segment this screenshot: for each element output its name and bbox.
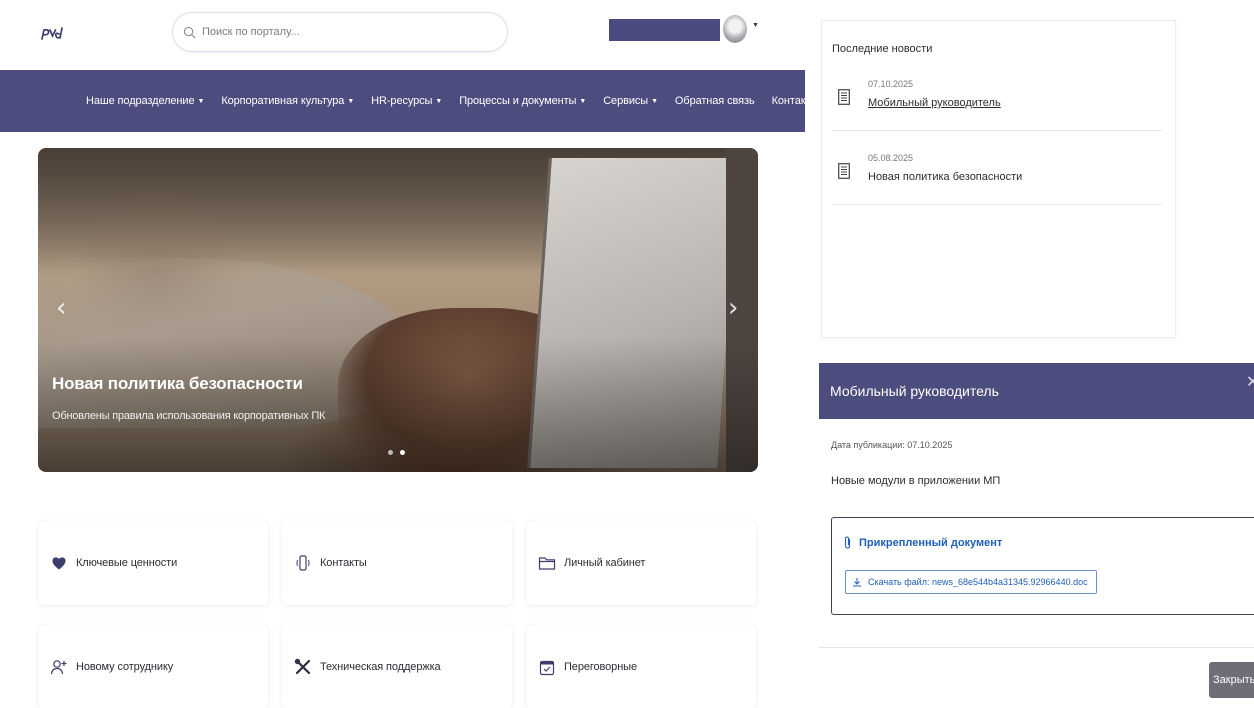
attachment-box: Прикрепленный документ Скачать файл: new…	[831, 517, 1254, 615]
chevron-down-icon: ▼	[651, 98, 658, 105]
card-contacts[interactable]: Контакты	[282, 521, 512, 605]
chevron-down-icon: ▼	[347, 98, 355, 105]
add-user-icon	[50, 658, 68, 676]
chevron-left-icon[interactable]: ‹	[56, 293, 66, 323]
tools-icon	[294, 658, 312, 676]
nav-item-label: Корпоративная культура	[221, 95, 345, 107]
carousel-dots	[388, 450, 405, 455]
news-date: 05.08.2025	[868, 153, 914, 163]
nav-item-label: HR-ресурсы	[371, 95, 433, 107]
card-label: Техническая поддержка	[320, 661, 441, 673]
search-icon	[183, 26, 196, 38]
download-file-button[interactable]: Скачать файл: news_68e544b4a31345.929664…	[845, 570, 1097, 594]
carousel-dot-active[interactable]	[400, 450, 405, 455]
chevron-down-icon[interactable]: ▼	[752, 22, 759, 29]
attachment-title-text: Прикрепленный документ	[859, 536, 1003, 549]
news-title-link[interactable]: Мобильный руководитель	[868, 97, 1001, 109]
attachment-title: Прикрепленный документ	[844, 536, 1002, 549]
chevron-down-icon: ▼	[579, 98, 587, 105]
chevron-down-icon: ▼	[435, 98, 443, 105]
document-icon	[838, 163, 850, 179]
user-name-bar[interactable]	[609, 19, 720, 41]
folder-icon	[538, 554, 556, 572]
card-key-values[interactable]: Ключевые ценности	[38, 521, 268, 605]
hero-title: Новая политика безопасности	[52, 374, 303, 393]
nav-item-services[interactable]: Сервисы ▼	[603, 95, 658, 107]
news-title-link[interactable]: Новая политика безопасности	[868, 171, 1022, 183]
search-input[interactable]	[202, 26, 492, 38]
carousel-dot[interactable]	[388, 450, 393, 455]
card-label: Новому сотруднику	[76, 661, 174, 673]
publication-date: Дата публикации: 07.10.2025	[831, 440, 953, 450]
news-item[interactable]: 07.10.2025 Мобильный руководитель	[832, 79, 1162, 131]
nav-item-label: Сервисы	[603, 95, 649, 107]
nav-item-contacts[interactable]: Контакты▼	[772, 95, 829, 107]
nav-item-corporate-culture[interactable]: Корпоративная культура ▼	[221, 95, 354, 107]
hero-subtitle: Обновлены правила использования корпорат…	[52, 410, 326, 422]
modal-body: Дата публикации: 07.10.2025 Новые модули…	[819, 419, 1254, 708]
chevron-right-icon[interactable]: ›	[728, 293, 738, 323]
card-label: Контакты	[320, 557, 367, 569]
nav-item-our-unit[interactable]: Наше подразделение ▼	[86, 95, 204, 107]
latest-news-panel: Последние новости 07.10.2025 Мобильный р…	[821, 20, 1176, 338]
chevron-down-icon: ▼	[197, 98, 205, 105]
heart-icon	[50, 554, 68, 572]
card-meeting-rooms[interactable]: Переговорные	[526, 625, 756, 708]
nav-item-label: Обратная связь	[674, 95, 755, 107]
modal-divider	[819, 647, 1254, 648]
nav-item-label: Процессы и документы	[459, 95, 577, 107]
nav-item-label: Контакты	[771, 95, 819, 107]
download-icon	[853, 578, 861, 587]
nav-item-hr-resources[interactable]: HR-ресурсы ▼	[371, 95, 442, 107]
nav-item-label: Наше подразделение	[86, 95, 195, 107]
news-item[interactable]: 05.08.2025 Новая политика безопасности	[832, 153, 1162, 205]
modal-header: Мобильный руководитель	[819, 363, 1254, 419]
document-icon	[838, 89, 850, 105]
main-nav: Наше подразделение ▼ Корпоративная культу…	[0, 70, 828, 132]
card-label: Личный кабинет	[564, 557, 646, 569]
avatar[interactable]	[723, 15, 747, 43]
close-modal-button[interactable]: Закрыть	[1209, 662, 1254, 698]
close-icon[interactable]: ✕	[1246, 372, 1254, 391]
download-file-label: Скачать файл: news_68e544b4a31345.929664…	[868, 577, 1088, 587]
nav-item-feedback[interactable]: Обратная связь	[675, 95, 755, 107]
news-date: 07.10.2025	[868, 79, 914, 89]
news-panel-title: Последние новости	[832, 43, 933, 55]
hero-carousel[interactable]: Новая политика безопасности Обновлены пр…	[38, 148, 758, 472]
card-label: Переговорные	[564, 661, 638, 673]
modal-title: Мобильный руководитель	[830, 383, 999, 399]
card-label: Ключевые ценности	[76, 557, 178, 569]
rzd-logo[interactable]	[40, 26, 64, 42]
card-tech-support[interactable]: Техническая поддержка	[282, 625, 512, 708]
nav-item-processes-docs[interactable]: Процессы и документы ▼	[459, 95, 586, 107]
calendar-check-icon	[538, 658, 556, 676]
paperclip-icon	[844, 536, 851, 549]
phone-icon	[294, 554, 312, 572]
search-box[interactable]	[172, 12, 508, 52]
card-personal-account[interactable]: Личный кабинет	[526, 521, 756, 605]
card-new-employee[interactable]: Новому сотруднику	[38, 625, 268, 708]
news-description: Новые модули в приложении МП	[831, 475, 1001, 487]
